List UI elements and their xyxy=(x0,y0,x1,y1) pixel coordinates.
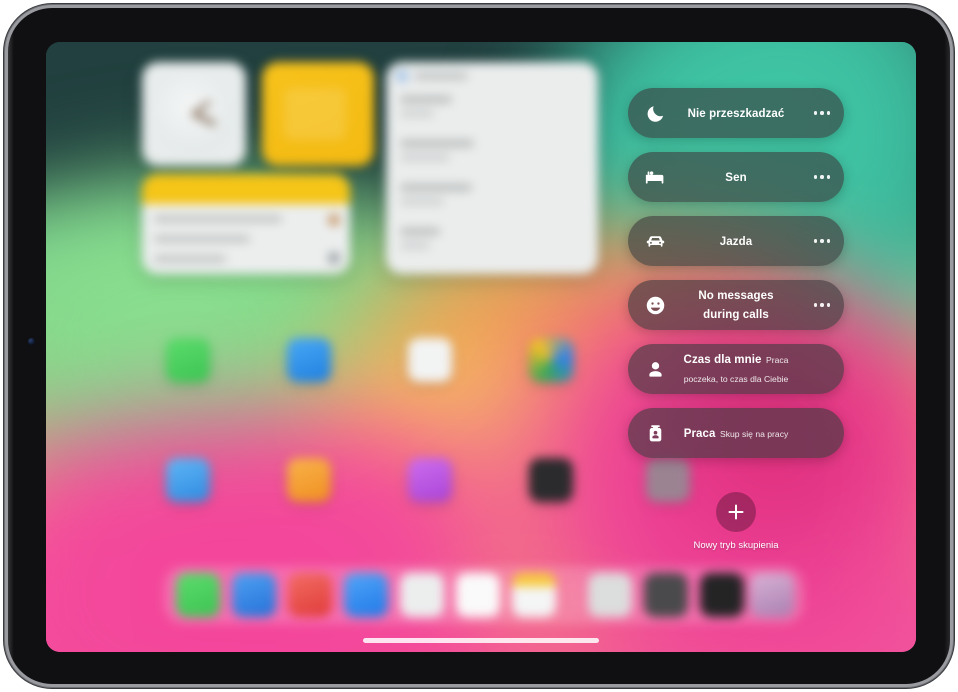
yellow-widget[interactable] xyxy=(262,62,374,166)
more-options-icon[interactable] xyxy=(813,303,830,307)
dock-icon[interactable] xyxy=(700,573,744,617)
dock-icon[interactable] xyxy=(344,573,388,617)
notes-widget-header xyxy=(142,174,350,204)
more-options-icon[interactable] xyxy=(813,175,830,179)
reminders-icon xyxy=(396,70,408,82)
reminders-line xyxy=(400,184,472,191)
notes-avatar xyxy=(328,214,340,226)
smiley-icon xyxy=(644,294,666,316)
reminders-line xyxy=(400,242,430,249)
app-icon[interactable] xyxy=(408,338,452,382)
dock-icon[interactable] xyxy=(588,573,632,617)
more-options-icon[interactable] xyxy=(813,239,830,243)
focus-mode-work[interactable]: Praca Skup się na pracy xyxy=(628,408,844,458)
id-badge-icon xyxy=(644,422,666,444)
focus-mode-sleep[interactable]: Sen xyxy=(628,152,844,202)
reminders-line xyxy=(400,96,452,103)
more-options-icon[interactable] xyxy=(813,111,830,115)
bed-icon xyxy=(644,166,666,188)
dock-icon[interactable] xyxy=(232,573,276,617)
focus-mode-do-not-disturb[interactable]: Nie przeszkadzać xyxy=(628,88,844,138)
dock-icon[interactable] xyxy=(644,573,688,617)
focus-modes-panel: Nie przeszkadzać Sen Jazda No messages d… xyxy=(628,88,844,472)
app-icon[interactable] xyxy=(408,458,452,502)
app-icon[interactable] xyxy=(287,338,331,382)
app-icon[interactable] xyxy=(287,458,331,502)
car-icon xyxy=(644,230,666,252)
dock-icon[interactable] xyxy=(750,573,794,617)
moon-icon xyxy=(644,102,666,124)
app-icon[interactable] xyxy=(166,458,210,502)
reminders-line xyxy=(400,198,444,205)
clock-widget[interactable] xyxy=(142,62,246,166)
notes-line xyxy=(154,256,226,262)
dock-icon[interactable] xyxy=(176,573,220,617)
app-icon[interactable] xyxy=(166,338,210,382)
new-focus-mode-label: Nowy tryb skupienia xyxy=(693,540,779,551)
app-icon[interactable] xyxy=(529,458,573,502)
focus-mode-personal-time[interactable]: Czas dla mnie Praca poczeka, to czas dla… xyxy=(628,344,844,394)
dock xyxy=(164,566,804,624)
reminders-line xyxy=(400,110,434,117)
reminders-line xyxy=(400,228,440,235)
focus-mode-driving[interactable]: Jazda xyxy=(628,216,844,266)
front-camera-icon xyxy=(28,338,35,345)
notes-line xyxy=(154,236,250,242)
app-icon[interactable] xyxy=(529,338,573,382)
dock-icon[interactable] xyxy=(400,573,444,617)
dock-icon[interactable] xyxy=(456,573,500,617)
tablet-screen: Nie przeszkadzać Sen Jazda No messages d… xyxy=(46,42,916,652)
notes-widget[interactable] xyxy=(142,174,350,274)
yellow-widget-inner xyxy=(284,88,346,140)
reminders-widget[interactable] xyxy=(386,62,598,274)
reminders-line xyxy=(400,140,474,147)
focus-mode-no-messages-during-calls[interactable]: No messages during calls xyxy=(628,280,844,330)
reminders-line xyxy=(400,154,450,161)
dock-icon[interactable] xyxy=(288,573,332,617)
home-indicator[interactable] xyxy=(363,638,599,643)
plus-icon[interactable] xyxy=(716,492,756,532)
person-icon xyxy=(644,358,666,380)
new-focus-mode-button[interactable]: Nowy tryb skupienia xyxy=(628,492,844,551)
notes-line xyxy=(154,216,282,222)
notes-avatar xyxy=(328,252,340,264)
tablet-device-frame: Nie przeszkadzać Sen Jazda No messages d… xyxy=(8,8,950,684)
dock-icon[interactable] xyxy=(512,573,556,617)
dock-separator xyxy=(574,580,575,610)
reminders-title xyxy=(414,72,468,80)
